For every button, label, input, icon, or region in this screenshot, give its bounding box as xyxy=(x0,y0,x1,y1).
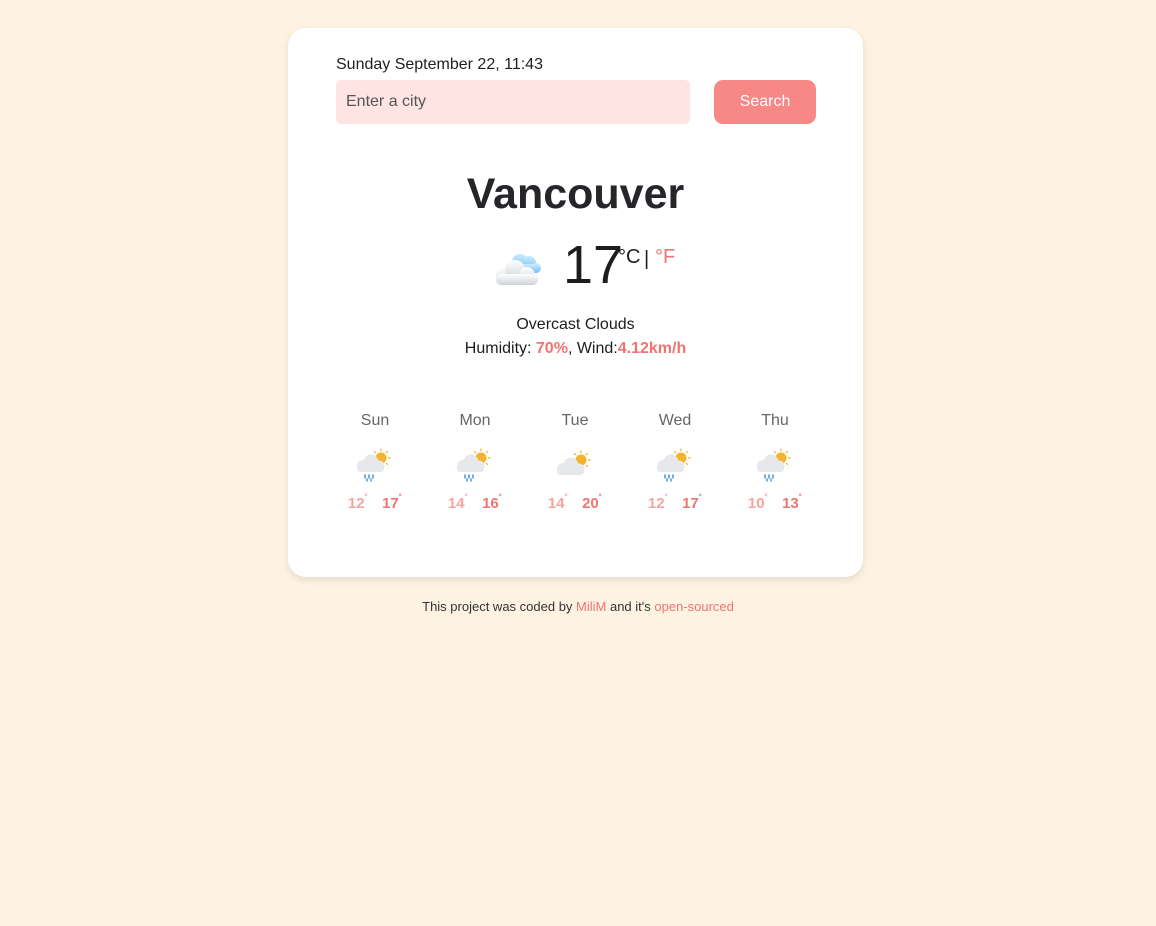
author-link[interactable]: MiliM xyxy=(576,599,606,614)
partly-sunny-icon xyxy=(557,450,591,475)
footer-prefix: This project was coded by xyxy=(422,599,577,614)
humidity-value: 70% xyxy=(535,340,568,357)
forecast-min-value: 12 xyxy=(347,495,365,512)
degree-symbol: ˚ xyxy=(464,494,468,505)
forecast-min-temperature: 12˚ xyxy=(648,495,668,512)
forecast-max-value: 16 xyxy=(482,495,499,512)
forecast-max-temperature: 20˚ xyxy=(582,495,602,512)
forecast-max-value: 20 xyxy=(582,495,599,512)
rain-partly-sunny-icon xyxy=(357,448,391,482)
forecast-day-name: Sun xyxy=(360,412,390,429)
forecast-max-value: 17 xyxy=(682,495,699,512)
forecast-min-value: 14 xyxy=(447,495,465,512)
forecast-temperatures: 14˚ 20˚ xyxy=(525,495,625,512)
forecast-temperatures: 10˚ 13˚ xyxy=(725,495,825,512)
forecast-max-value: 17 xyxy=(382,495,399,512)
footer: This project was coded by MiliM and it's… xyxy=(0,599,1156,614)
degree-symbol: ˚ xyxy=(364,494,368,505)
forecast-min-value: 12 xyxy=(647,495,665,512)
degree-symbol: ˚ xyxy=(698,494,703,505)
forecast: Sun 12˚ 17˚ Mon 14˚ 16˚ Tue 14˚ 20˚ Wed … xyxy=(325,412,825,542)
degree-symbol: ˚ xyxy=(498,494,503,505)
wind-value: 4.12km/h xyxy=(617,340,687,357)
forecast-min-temperature: 12˚ xyxy=(348,495,368,512)
forecast-min-value: 10 xyxy=(747,495,765,512)
degree-symbol: ˚ xyxy=(598,494,603,505)
degree-symbol: ˚ xyxy=(764,494,768,505)
forecast-temperatures: 12˚ 17˚ xyxy=(325,495,425,512)
forecast-day-name: Mon xyxy=(459,412,491,429)
degree-symbol: ˚ xyxy=(798,494,803,505)
forecast-day: Wed 12˚ 17˚ xyxy=(625,412,725,542)
forecast-max-temperature: 16˚ xyxy=(482,495,502,512)
forecast-max-value: 13 xyxy=(782,495,799,512)
wind-label: , Wind: xyxy=(567,340,618,357)
weather-card: Sunday September 22, 11:43 Search Vancou… xyxy=(288,28,863,577)
forecast-max-temperature: 17˚ xyxy=(682,495,702,512)
forecast-temperatures: 12˚ 17˚ xyxy=(625,495,725,512)
forecast-temperatures: 14˚ 16˚ xyxy=(425,495,525,512)
overcast-clouds-icon xyxy=(496,254,541,285)
forecast-day-name: Thu xyxy=(761,412,789,429)
footer-middle: and it's xyxy=(606,599,655,614)
weather-details: Humidity: 70%, Wind:4.12km/h xyxy=(288,340,863,358)
forecast-day-name: Wed xyxy=(658,412,692,429)
forecast-day: Mon 14˚ 16˚ xyxy=(425,412,525,542)
fahrenheit-link[interactable]: °F xyxy=(655,246,675,269)
rain-partly-sunny-icon xyxy=(757,448,791,482)
open-source-link[interactable]: open-sourced xyxy=(654,599,734,614)
rain-partly-sunny-icon xyxy=(657,448,691,482)
current-temperature: 17 xyxy=(563,235,624,295)
forecast-day-name: Tue xyxy=(561,412,589,429)
degree-symbol: ˚ xyxy=(664,494,668,505)
weather-description: Overcast Clouds xyxy=(516,316,635,333)
forecast-max-temperature: 13˚ xyxy=(782,495,802,512)
city-search-input[interactable] xyxy=(336,80,690,124)
degree-symbol: ˚ xyxy=(398,494,403,505)
forecast-day: Tue 14˚ 20˚ xyxy=(525,412,625,542)
humidity-label: Humidity: xyxy=(464,340,536,357)
city-name: Vancouver xyxy=(466,170,685,218)
forecast-day: Sun 12˚ 17˚ xyxy=(325,412,425,542)
current-datetime: Sunday September 22, 11:43 xyxy=(336,56,543,73)
forecast-max-temperature: 17˚ xyxy=(382,495,402,512)
forecast-min-temperature: 10˚ xyxy=(748,495,768,512)
forecast-day: Thu 10˚ 13˚ xyxy=(725,412,825,542)
search-button[interactable]: Search xyxy=(714,80,816,124)
forecast-min-value: 14 xyxy=(547,495,565,512)
forecast-min-temperature: 14˚ xyxy=(448,495,468,512)
unit-separator: | xyxy=(644,248,650,270)
celsius-unit[interactable]: °C xyxy=(618,246,640,269)
forecast-min-temperature: 14˚ xyxy=(548,495,568,512)
degree-symbol: ˚ xyxy=(564,494,568,505)
rain-partly-sunny-icon xyxy=(457,448,491,482)
